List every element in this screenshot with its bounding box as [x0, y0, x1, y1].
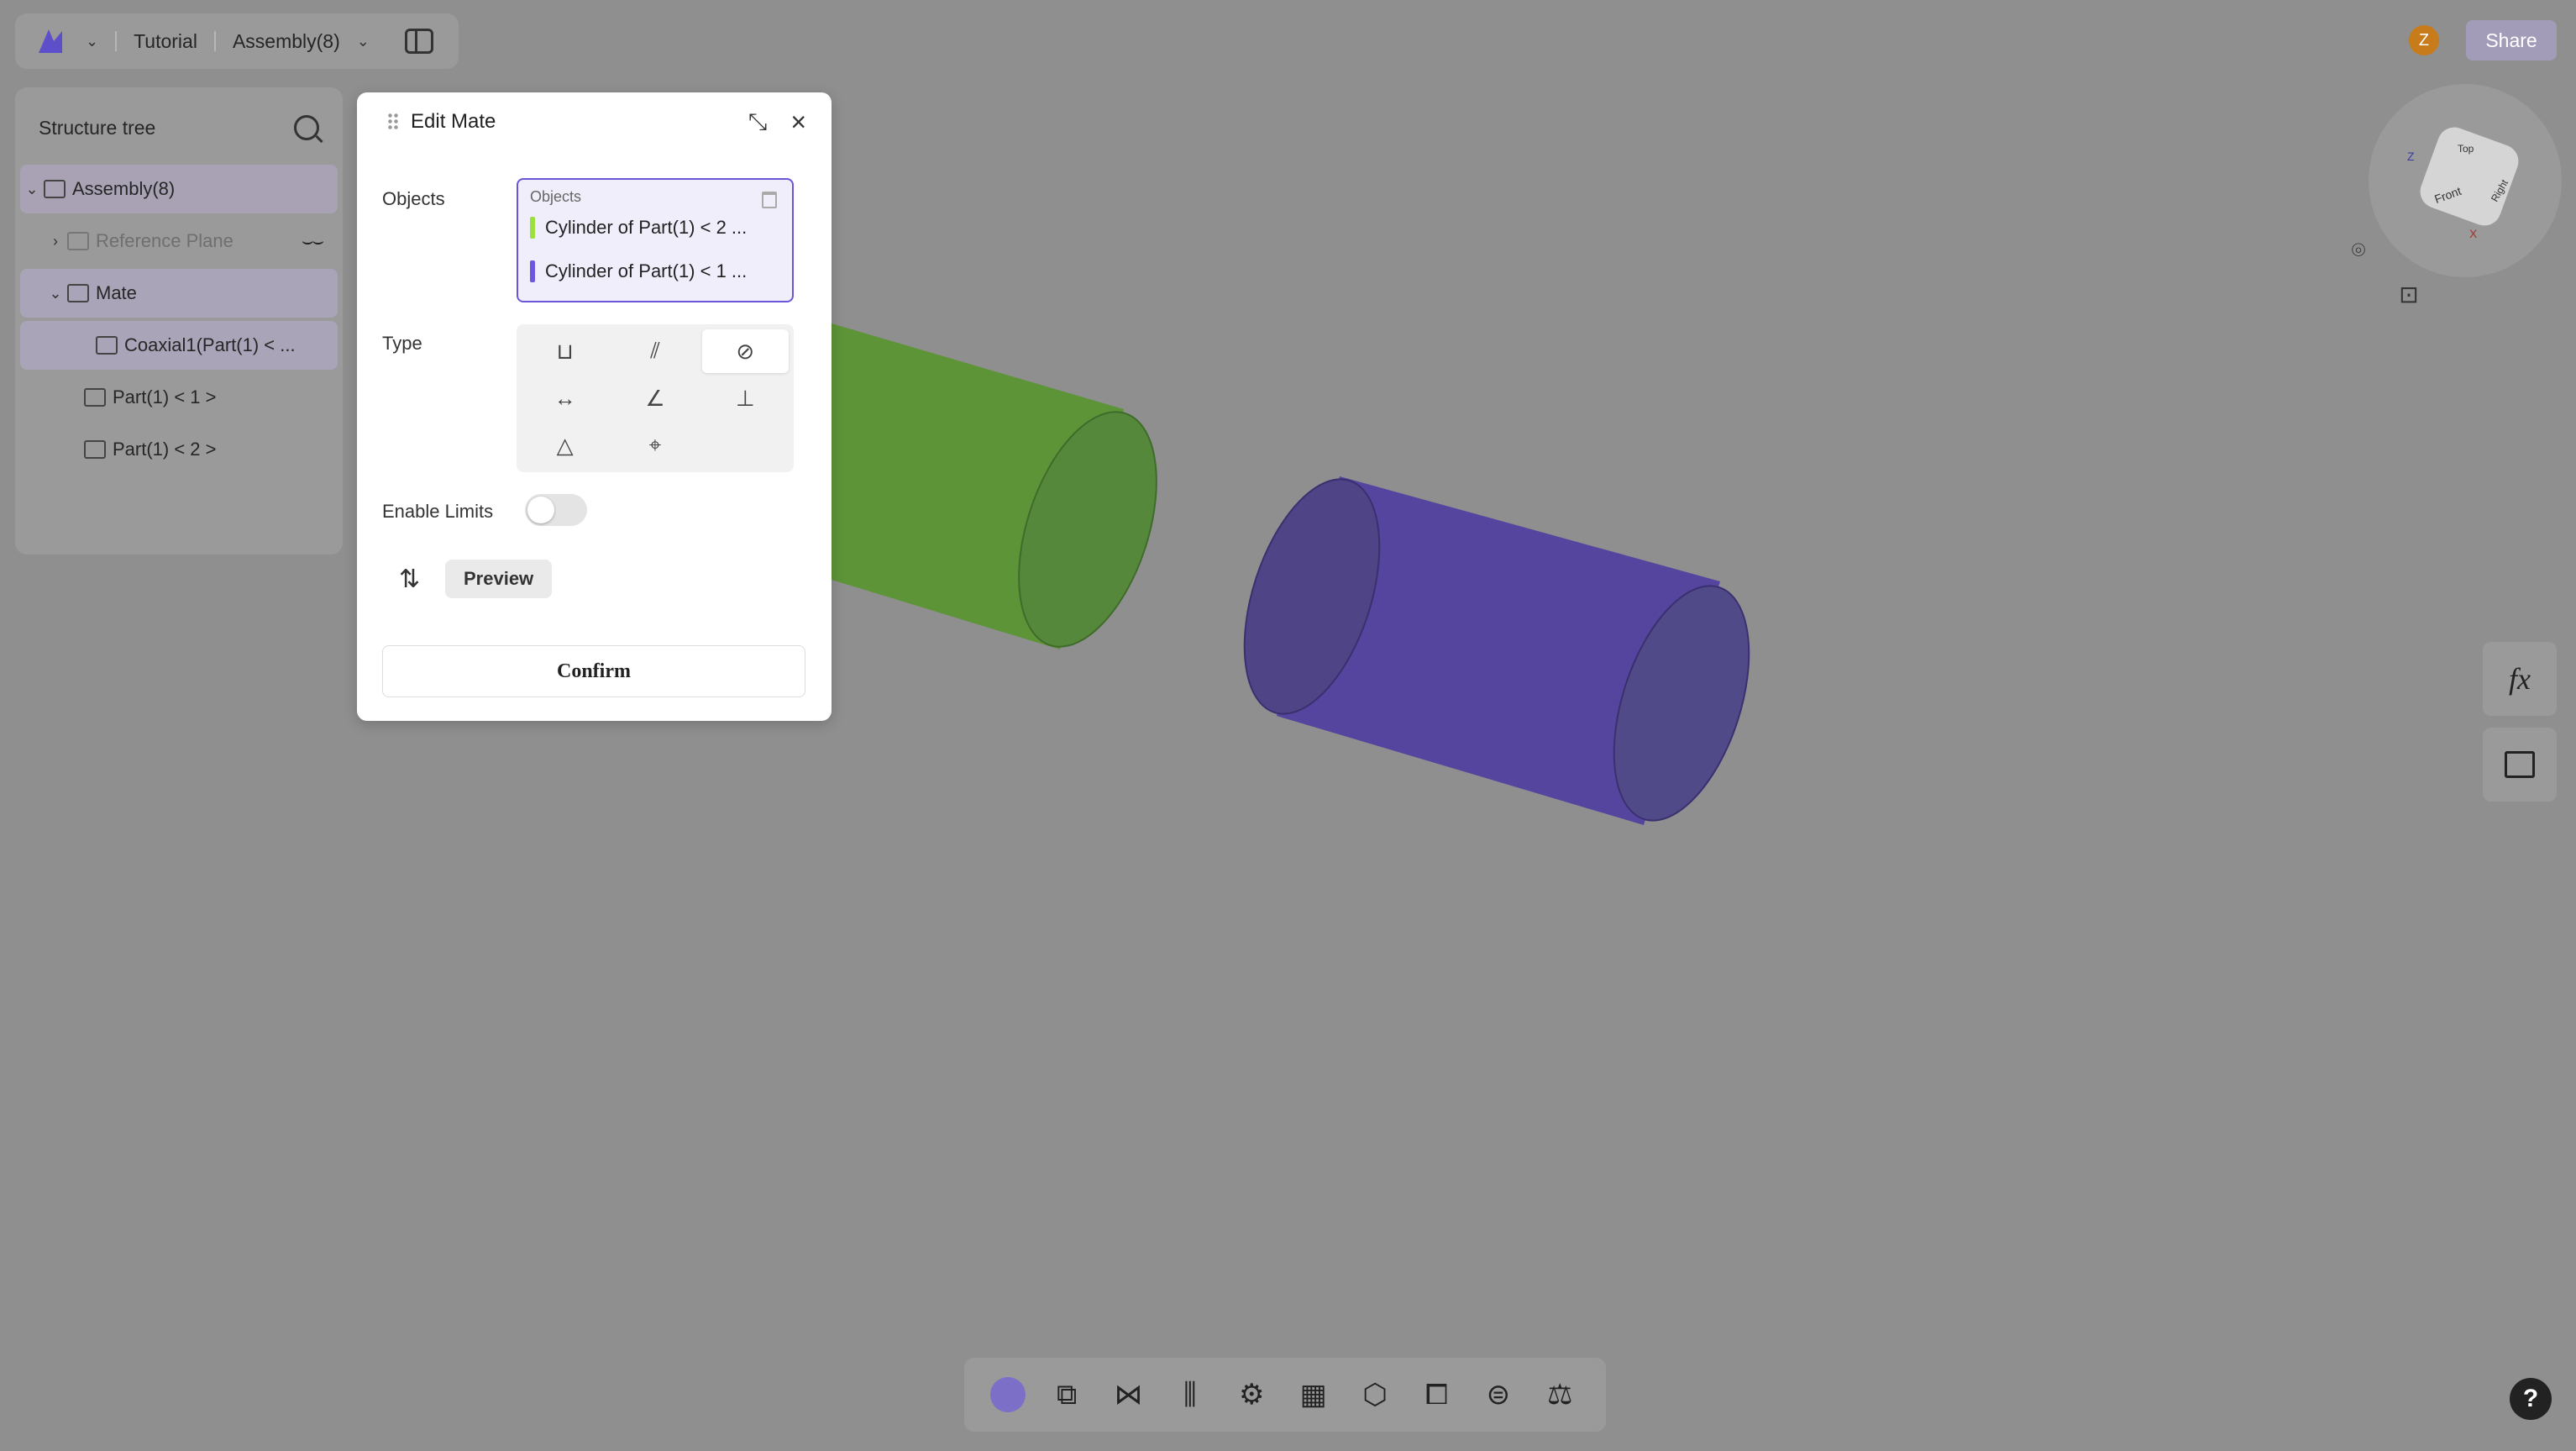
- toggle-knob: [527, 497, 554, 523]
- confirm-button[interactable]: Confirm: [382, 645, 805, 697]
- tree-item-mate[interactable]: ⌄ Mate: [20, 269, 338, 318]
- empty-slot: [702, 423, 789, 467]
- coincident-type-icon[interactable]: ⊔: [522, 329, 608, 373]
- color-swatch: [530, 217, 535, 239]
- coaxial-type-icon[interactable]: ⊘: [701, 329, 789, 373]
- tree-item-reference-plane[interactable]: › Reference Plane ⌣⌣: [20, 217, 338, 265]
- drag-handle-icon[interactable]: [387, 113, 399, 131]
- divider: [213, 31, 216, 51]
- document-name[interactable]: Assembly(8): [233, 30, 340, 53]
- avatar[interactable]: Z: [2409, 25, 2439, 55]
- help-button[interactable]: ?: [2510, 1378, 2552, 1420]
- search-icon[interactable]: [294, 115, 319, 140]
- object-item-label: Cylinder of Part(1) < 1 ...: [545, 260, 748, 281]
- part-icon: [84, 440, 106, 459]
- mate-type-grid: ⊔ ⫽ ⊘ ↔ ∠ ⊥ △ ⌖: [517, 324, 794, 472]
- plane-icon: [67, 232, 89, 250]
- divider: [115, 31, 118, 51]
- collapse-icon[interactable]: ⤡: [748, 108, 767, 136]
- coaxial-icon: [96, 336, 118, 355]
- tree-item-coaxial[interactable]: Coaxial1(Part(1) < ...: [20, 321, 338, 370]
- object-item[interactable]: Cylinder of Part(1) < 1 ...: [530, 250, 780, 293]
- chevron-down-icon[interactable]: ⌄: [86, 33, 98, 50]
- distance-type-icon[interactable]: ↔: [522, 376, 608, 420]
- angle-type-icon[interactable]: ∠: [611, 376, 698, 420]
- app-logo-icon[interactable]: [32, 23, 69, 60]
- dialog-header: Edit Mate ⤡ ×: [357, 92, 832, 151]
- assembly-mode-icon[interactable]: [989, 1377, 1026, 1412]
- tree-item-assembly[interactable]: ⌄ Assembly(8): [20, 165, 338, 213]
- green-cylinder-part[interactable]: [832, 323, 1183, 664]
- table-button[interactable]: [2483, 728, 2557, 802]
- axis-x-label: X: [2469, 227, 2478, 240]
- share-button[interactable]: Share: [2466, 20, 2557, 60]
- view-cube[interactable]: Top Front Right Z X: [2369, 84, 2562, 277]
- hidden-eye-icon[interactable]: ⌣⌣: [302, 230, 324, 252]
- flip-direction-icon[interactable]: ⇅: [399, 565, 420, 594]
- trash-icon[interactable]: [762, 192, 777, 208]
- object-item-label: Cylinder of Part(1) < 2 ...: [545, 217, 748, 238]
- project-name[interactable]: Tutorial: [134, 30, 197, 53]
- objects-box-label: Objects: [530, 188, 582, 205]
- gear-icon[interactable]: ⚙: [1231, 1375, 1272, 1415]
- cube-view-icon[interactable]: ⬡: [1355, 1375, 1395, 1415]
- chevron-down-icon[interactable]: ⌄: [20, 181, 44, 198]
- tangent-type-icon[interactable]: △: [522, 423, 608, 467]
- balance-icon[interactable]: ⚖: [1540, 1375, 1580, 1415]
- preview-button[interactable]: Preview: [445, 560, 553, 598]
- structure-tree-panel: Structure tree ⌄ Assembly(8) › Reference…: [15, 87, 343, 555]
- objects-label: Objects: [382, 188, 445, 209]
- cube-top-label[interactable]: Top: [2458, 143, 2474, 155]
- tree-item-part-1[interactable]: Part(1) < 1 >: [20, 373, 338, 422]
- dialog-title: Edit Mate: [411, 110, 496, 133]
- purple-cylinder-part[interactable]: [1219, 462, 1776, 837]
- tree-item-label: Mate: [96, 282, 137, 303]
- type-label: Type: [382, 333, 422, 354]
- assembly-icon: [44, 180, 66, 198]
- fit-view-icon[interactable]: ⌾: [2342, 234, 2375, 267]
- tree-item-label: Coaxial1(Part(1) < ...: [124, 334, 296, 355]
- tree-item-label: Assembly(8): [72, 178, 176, 199]
- part-icon: [84, 388, 106, 407]
- formula-button[interactable]: fx: [2483, 642, 2557, 716]
- enable-limits-label: Enable Limits: [382, 501, 494, 522]
- edit-mate-dialog: Edit Mate ⤡ × Objects Objects Cylinder o…: [357, 92, 832, 721]
- tree-title: Structure tree: [39, 116, 156, 139]
- bottom-toolbar: ⧉ ⋈ ⫼ ⚙ ▦ ⬡ ⧠ ⊜ ⚖: [964, 1358, 1606, 1432]
- parallel-type-icon[interactable]: ⫽: [611, 329, 698, 373]
- mirror-tool-icon[interactable]: ⫼: [1170, 1375, 1210, 1415]
- axis-z-label: Z: [2407, 150, 2415, 163]
- chevron-right-icon[interactable]: ›: [44, 233, 67, 250]
- insert-part-icon[interactable]: ⧉: [1047, 1375, 1087, 1415]
- chevron-down-icon[interactable]: ⌄: [44, 285, 67, 302]
- camera-icon[interactable]: ⊡: [2392, 277, 2426, 311]
- enable-limits-toggle[interactable]: [525, 494, 587, 526]
- pattern-tool-icon[interactable]: ▦: [1293, 1375, 1334, 1415]
- measure-icon[interactable]: ⊜: [1478, 1375, 1519, 1415]
- table-icon: [2505, 751, 2535, 778]
- mate-tool-icon[interactable]: ⋈: [1108, 1375, 1148, 1415]
- mate-icon: [67, 284, 89, 302]
- top-bar: ⌄ Tutorial Assembly(8) ⌄: [15, 13, 459, 69]
- orientation-cube[interactable]: [2415, 122, 2524, 231]
- panel-layout-icon[interactable]: [404, 29, 433, 54]
- symmetric-type-icon[interactable]: ⌖: [611, 423, 698, 467]
- chevron-down-icon[interactable]: ⌄: [357, 33, 370, 50]
- tree-item-label: Part(1) < 2 >: [113, 439, 217, 460]
- object-item[interactable]: Cylinder of Part(1) < 2 ...: [530, 206, 780, 250]
- color-swatch: [530, 260, 535, 282]
- tree-item-part-2[interactable]: Part(1) < 2 >: [20, 425, 338, 474]
- objects-selection-box[interactable]: Objects Cylinder of Part(1) < 2 ... Cyli…: [517, 178, 794, 302]
- close-icon[interactable]: ×: [790, 107, 806, 138]
- tree-header: Structure tree: [15, 108, 343, 148]
- perpendicular-type-icon[interactable]: ⊥: [702, 376, 789, 420]
- tree-item-label: Part(1) < 1 >: [113, 386, 217, 407]
- interference-check-icon[interactable]: ⧠: [1416, 1375, 1456, 1415]
- tree-item-label: Reference Plane: [96, 230, 233, 251]
